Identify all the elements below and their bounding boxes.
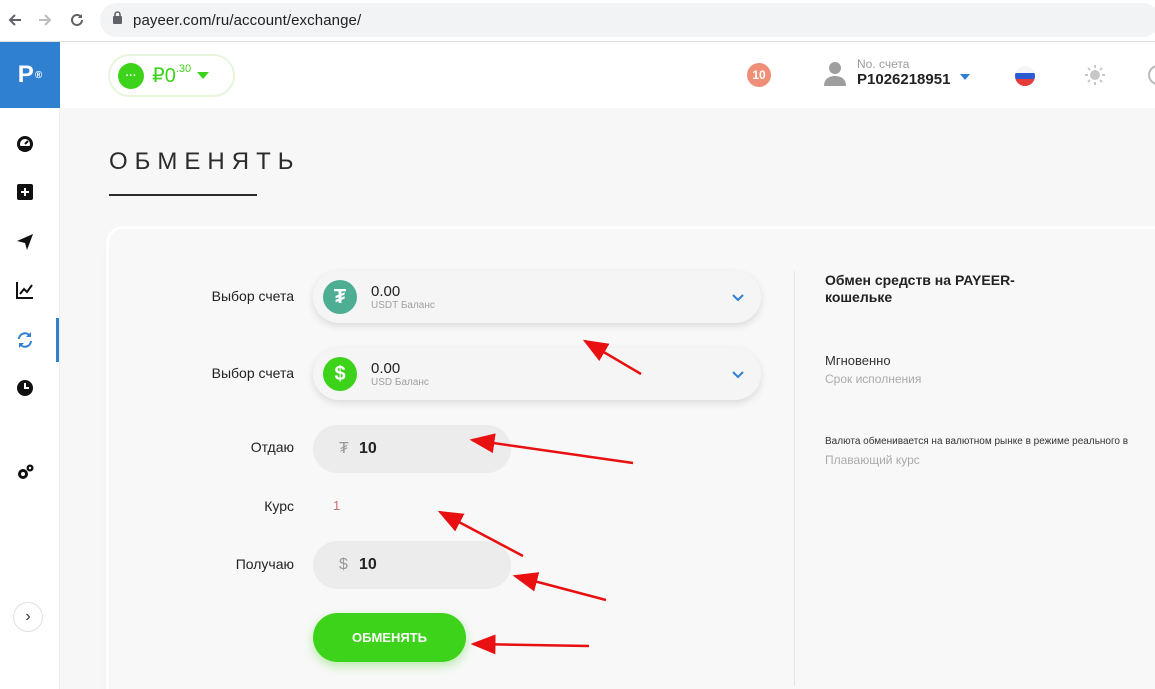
balance-fraction: .30	[175, 63, 192, 75]
collapse-sidebar-button[interactable]: ›	[13, 602, 43, 632]
give-amount-value: 10	[359, 440, 377, 457]
balance-currency: ₽	[152, 65, 165, 87]
reload-icon[interactable]	[66, 9, 88, 31]
plus-square-icon[interactable]	[15, 182, 35, 202]
receive-amount-value: 10	[359, 556, 377, 573]
receive-label: Получаю	[235, 556, 294, 572]
info-title: Обмен средств на PAYEER-кошельке	[825, 272, 1015, 305]
receive-amount-input[interactable]: $ 10	[313, 541, 511, 589]
sun-icon[interactable]	[1084, 64, 1106, 86]
speed-caption: Срок исполнения	[825, 372, 922, 386]
dollar-icon: $	[323, 357, 357, 391]
exchange-submit-button[interactable]: ОБМЕНЯТЬ	[313, 613, 466, 662]
top-header: ··· ₽0.30 10 No. счета P1026218951	[60, 42, 1155, 108]
give-amount-input[interactable]: ₮ 10	[313, 425, 511, 473]
from-account-caption: USDT Баланс	[371, 299, 435, 311]
chevron-down-icon	[731, 290, 745, 304]
from-account-amount: 0.00	[371, 282, 401, 300]
tether-currency-icon: ₮	[339, 440, 349, 457]
clock-icon[interactable]	[15, 378, 35, 398]
url-text: payeer.com/ru/account/exchange/	[133, 11, 362, 29]
back-icon[interactable]	[4, 9, 26, 31]
balance-main: 0	[164, 65, 176, 87]
account-selector[interactable]: No. счета P1026218951	[823, 57, 971, 88]
caret-down-icon	[960, 74, 971, 80]
chevron-down-icon	[731, 367, 745, 381]
payeer-logo[interactable]: P ®	[0, 42, 60, 108]
to-account-select[interactable]: $ 0.00 USD Баланс	[313, 348, 761, 400]
exchange-icon[interactable]	[15, 330, 35, 350]
give-label: Отдаю	[250, 439, 294, 455]
logo-letter: P	[17, 61, 34, 88]
to-account-amount: 0.00	[371, 359, 401, 377]
rate-label: Курс	[264, 498, 294, 514]
sidebar: P ® ›	[0, 42, 60, 689]
gears-icon[interactable]	[15, 462, 35, 482]
browser-toolbar: payeer.com/ru/account/exchange/	[0, 0, 1155, 42]
tether-icon: ₮	[323, 280, 357, 314]
balance-selector[interactable]: ··· ₽0.30	[108, 54, 235, 97]
from-account-label: Выбор счета	[211, 288, 294, 304]
from-account-select[interactable]: ₮ 0.00 USDT Баланс	[313, 271, 761, 323]
rate-note: Валюта обменивается на валютном рынке в …	[825, 436, 1129, 447]
to-account-label: Выбор счета	[211, 365, 294, 381]
speed-value: Мгновенно	[825, 353, 891, 368]
logo-mark: ®	[34, 69, 43, 81]
rate-value: 1	[333, 498, 341, 513]
russia-flag-icon[interactable]	[1015, 66, 1035, 86]
caret-down-icon	[197, 72, 210, 79]
rate-caption: Плавающий курс	[825, 453, 920, 467]
page-title: ОБМЕНЯТЬ	[109, 148, 301, 175]
balance-amount: ₽0.30	[152, 63, 191, 88]
lock-icon	[112, 11, 123, 29]
user-avatar-icon	[823, 60, 847, 86]
panel-divider	[794, 271, 795, 686]
notifications-badge[interactable]: 10	[747, 63, 771, 87]
to-account-caption: USD Баланс	[371, 376, 429, 388]
chart-icon[interactable]	[15, 280, 35, 300]
more-icon: ···	[118, 62, 144, 89]
forward-icon[interactable]	[34, 9, 56, 31]
logout-icon[interactable]	[1148, 65, 1155, 85]
paper-plane-icon[interactable]	[15, 232, 35, 252]
address-bar[interactable]: payeer.com/ru/account/exchange/	[100, 3, 1155, 37]
active-item-indicator	[56, 318, 59, 362]
title-underline	[109, 194, 257, 196]
account-caption: No. счета	[857, 57, 910, 71]
account-number: P1026218951	[857, 71, 951, 88]
gauge-icon[interactable]	[15, 134, 35, 154]
dollar-currency-icon: $	[339, 556, 348, 573]
